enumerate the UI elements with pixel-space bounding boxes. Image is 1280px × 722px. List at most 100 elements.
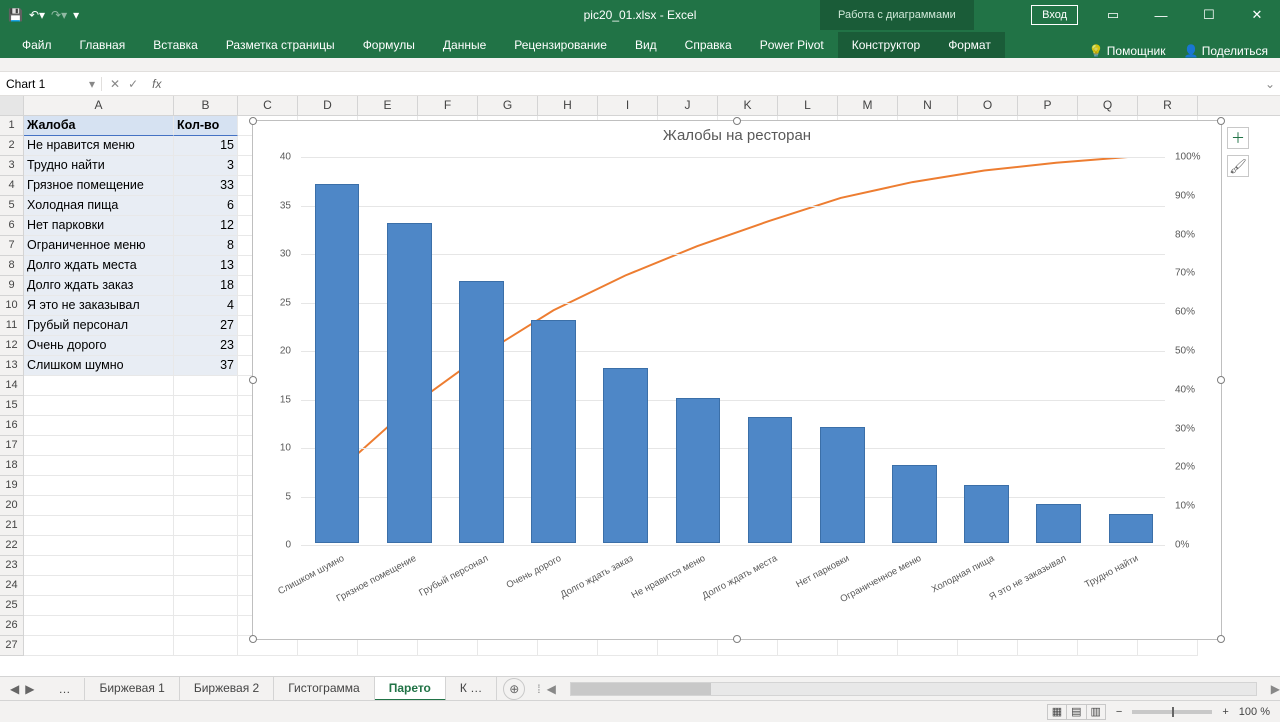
row-header[interactable]: 10 bbox=[0, 296, 24, 316]
zoom-in[interactable]: + bbox=[1222, 706, 1228, 718]
col-header[interactable]: I bbox=[598, 96, 658, 115]
row-header[interactable]: 9 bbox=[0, 276, 24, 296]
sheet-overflow[interactable]: … bbox=[44, 678, 85, 700]
cell[interactable]: Нет парковки bbox=[24, 216, 174, 236]
chart-bar[interactable] bbox=[459, 281, 504, 543]
ribbon-tab-главная[interactable]: Главная bbox=[66, 32, 140, 58]
undo-icon[interactable]: ↶▾ bbox=[29, 8, 45, 22]
row-header[interactable]: 23 bbox=[0, 556, 24, 576]
cell[interactable] bbox=[24, 396, 174, 416]
chart-bar[interactable] bbox=[820, 427, 865, 543]
cell[interactable]: 15 bbox=[174, 136, 238, 156]
cell[interactable]: Не нравится меню bbox=[24, 136, 174, 156]
cell[interactable] bbox=[24, 436, 174, 456]
row-header[interactable]: 25 bbox=[0, 596, 24, 616]
ribbon-tab-power-pivot[interactable]: Power Pivot bbox=[746, 32, 838, 58]
ribbon-options-icon[interactable]: ▭ bbox=[1090, 0, 1136, 30]
cell[interactable] bbox=[174, 636, 238, 656]
col-header[interactable]: Q bbox=[1078, 96, 1138, 115]
row-header[interactable]: 4 bbox=[0, 176, 24, 196]
sheet-tab[interactable]: Парето bbox=[375, 677, 446, 701]
chart-plot-area[interactable]: Слишком шумноГрязное помещениеГрубый пер… bbox=[301, 157, 1165, 543]
cell[interactable]: Слишком шумно bbox=[24, 356, 174, 376]
cell[interactable]: 4 bbox=[174, 296, 238, 316]
zoom-level[interactable]: 100 % bbox=[1239, 706, 1270, 718]
cell[interactable] bbox=[24, 496, 174, 516]
login-button[interactable]: Вход bbox=[1031, 5, 1078, 25]
cell[interactable] bbox=[174, 596, 238, 616]
row-header[interactable]: 1 bbox=[0, 116, 24, 136]
chart-bar[interactable] bbox=[1109, 514, 1154, 543]
row-header[interactable]: 5 bbox=[0, 196, 24, 216]
col-header[interactable]: H bbox=[538, 96, 598, 115]
cell[interactable]: 33 bbox=[174, 176, 238, 196]
row-header[interactable]: 22 bbox=[0, 536, 24, 556]
cell[interactable] bbox=[174, 536, 238, 556]
col-header[interactable]: L bbox=[778, 96, 838, 115]
row-header[interactable]: 11 bbox=[0, 316, 24, 336]
worksheet-grid[interactable]: ABCDEFGHIJKLMNOPQR 1ЖалобаКол-во2Не нрав… bbox=[0, 96, 1280, 656]
cell[interactable] bbox=[174, 376, 238, 396]
cell[interactable] bbox=[174, 476, 238, 496]
row-header[interactable]: 16 bbox=[0, 416, 24, 436]
qat-expand-icon[interactable]: ▾ bbox=[73, 8, 79, 22]
cell[interactable] bbox=[174, 616, 238, 636]
cell[interactable] bbox=[174, 496, 238, 516]
cell[interactable]: Кол-во bbox=[174, 116, 238, 136]
minimize-icon[interactable]: — bbox=[1138, 0, 1184, 30]
cancel-formula-icon[interactable]: ✕ bbox=[110, 77, 120, 91]
cell[interactable] bbox=[24, 536, 174, 556]
chart-bar[interactable] bbox=[676, 398, 721, 544]
row-header[interactable]: 20 bbox=[0, 496, 24, 516]
cell[interactable]: 12 bbox=[174, 216, 238, 236]
redo-icon[interactable]: ↷▾ bbox=[51, 8, 67, 22]
col-header[interactable]: K bbox=[718, 96, 778, 115]
row-header[interactable]: 24 bbox=[0, 576, 24, 596]
cell[interactable] bbox=[24, 576, 174, 596]
chart-elements-button[interactable]: ＋ bbox=[1227, 127, 1249, 149]
col-header[interactable]: F bbox=[418, 96, 478, 115]
cell[interactable] bbox=[174, 436, 238, 456]
chart-bar[interactable] bbox=[892, 465, 937, 543]
row-header[interactable]: 13 bbox=[0, 356, 24, 376]
ribbon-tab-разметка-страницы[interactable]: Разметка страницы bbox=[212, 32, 349, 58]
view-buttons[interactable]: ▦▤▥ bbox=[1048, 705, 1106, 718]
cell[interactable]: 8 bbox=[174, 236, 238, 256]
maximize-icon[interactable]: ☐ bbox=[1186, 0, 1232, 30]
col-header[interactable]: J bbox=[658, 96, 718, 115]
add-sheet-button[interactable]: ⊕ bbox=[503, 678, 525, 700]
cell[interactable]: 13 bbox=[174, 256, 238, 276]
col-header[interactable]: G bbox=[478, 96, 538, 115]
share-button[interactable]: 👤 Поделиться bbox=[1183, 44, 1268, 58]
cell[interactable] bbox=[24, 376, 174, 396]
row-header[interactable]: 15 bbox=[0, 396, 24, 416]
cell[interactable] bbox=[174, 396, 238, 416]
ribbon-tab-вид[interactable]: Вид bbox=[621, 32, 671, 58]
cell[interactable]: 23 bbox=[174, 336, 238, 356]
ribbon-tab-вставка[interactable]: Вставка bbox=[139, 32, 212, 58]
col-header[interactable]: O bbox=[958, 96, 1018, 115]
cell[interactable] bbox=[24, 596, 174, 616]
close-icon[interactable]: ✕ bbox=[1234, 0, 1280, 30]
cell[interactable]: 6 bbox=[174, 196, 238, 216]
cell[interactable]: 27 bbox=[174, 316, 238, 336]
sheet-tab[interactable]: Гистограмма bbox=[274, 677, 374, 701]
col-header[interactable]: R bbox=[1138, 96, 1198, 115]
row-header[interactable]: 21 bbox=[0, 516, 24, 536]
chart-bar[interactable] bbox=[603, 368, 648, 543]
row-header[interactable]: 19 bbox=[0, 476, 24, 496]
sheet-tab[interactable]: Биржевая 1 bbox=[85, 677, 179, 701]
cell[interactable] bbox=[24, 556, 174, 576]
ribbon-tab-конструктор[interactable]: Конструктор bbox=[838, 32, 934, 58]
cell[interactable] bbox=[174, 456, 238, 476]
name-box[interactable]: Chart 1▾ bbox=[0, 77, 102, 91]
fx-icon[interactable]: fx bbox=[152, 77, 161, 91]
sheet-nav-next[interactable]: ▶ bbox=[25, 682, 34, 696]
row-header[interactable]: 3 bbox=[0, 156, 24, 176]
ribbon-tab-рецензирование[interactable]: Рецензирование bbox=[500, 32, 621, 58]
sheet-nav-prev[interactable]: ◀ bbox=[10, 682, 19, 696]
cell[interactable]: Очень дорого bbox=[24, 336, 174, 356]
formula-expand-icon[interactable]: ⌄ bbox=[1260, 77, 1280, 91]
cell[interactable]: Грязное помещение bbox=[24, 176, 174, 196]
save-icon[interactable]: 💾 bbox=[8, 8, 23, 22]
